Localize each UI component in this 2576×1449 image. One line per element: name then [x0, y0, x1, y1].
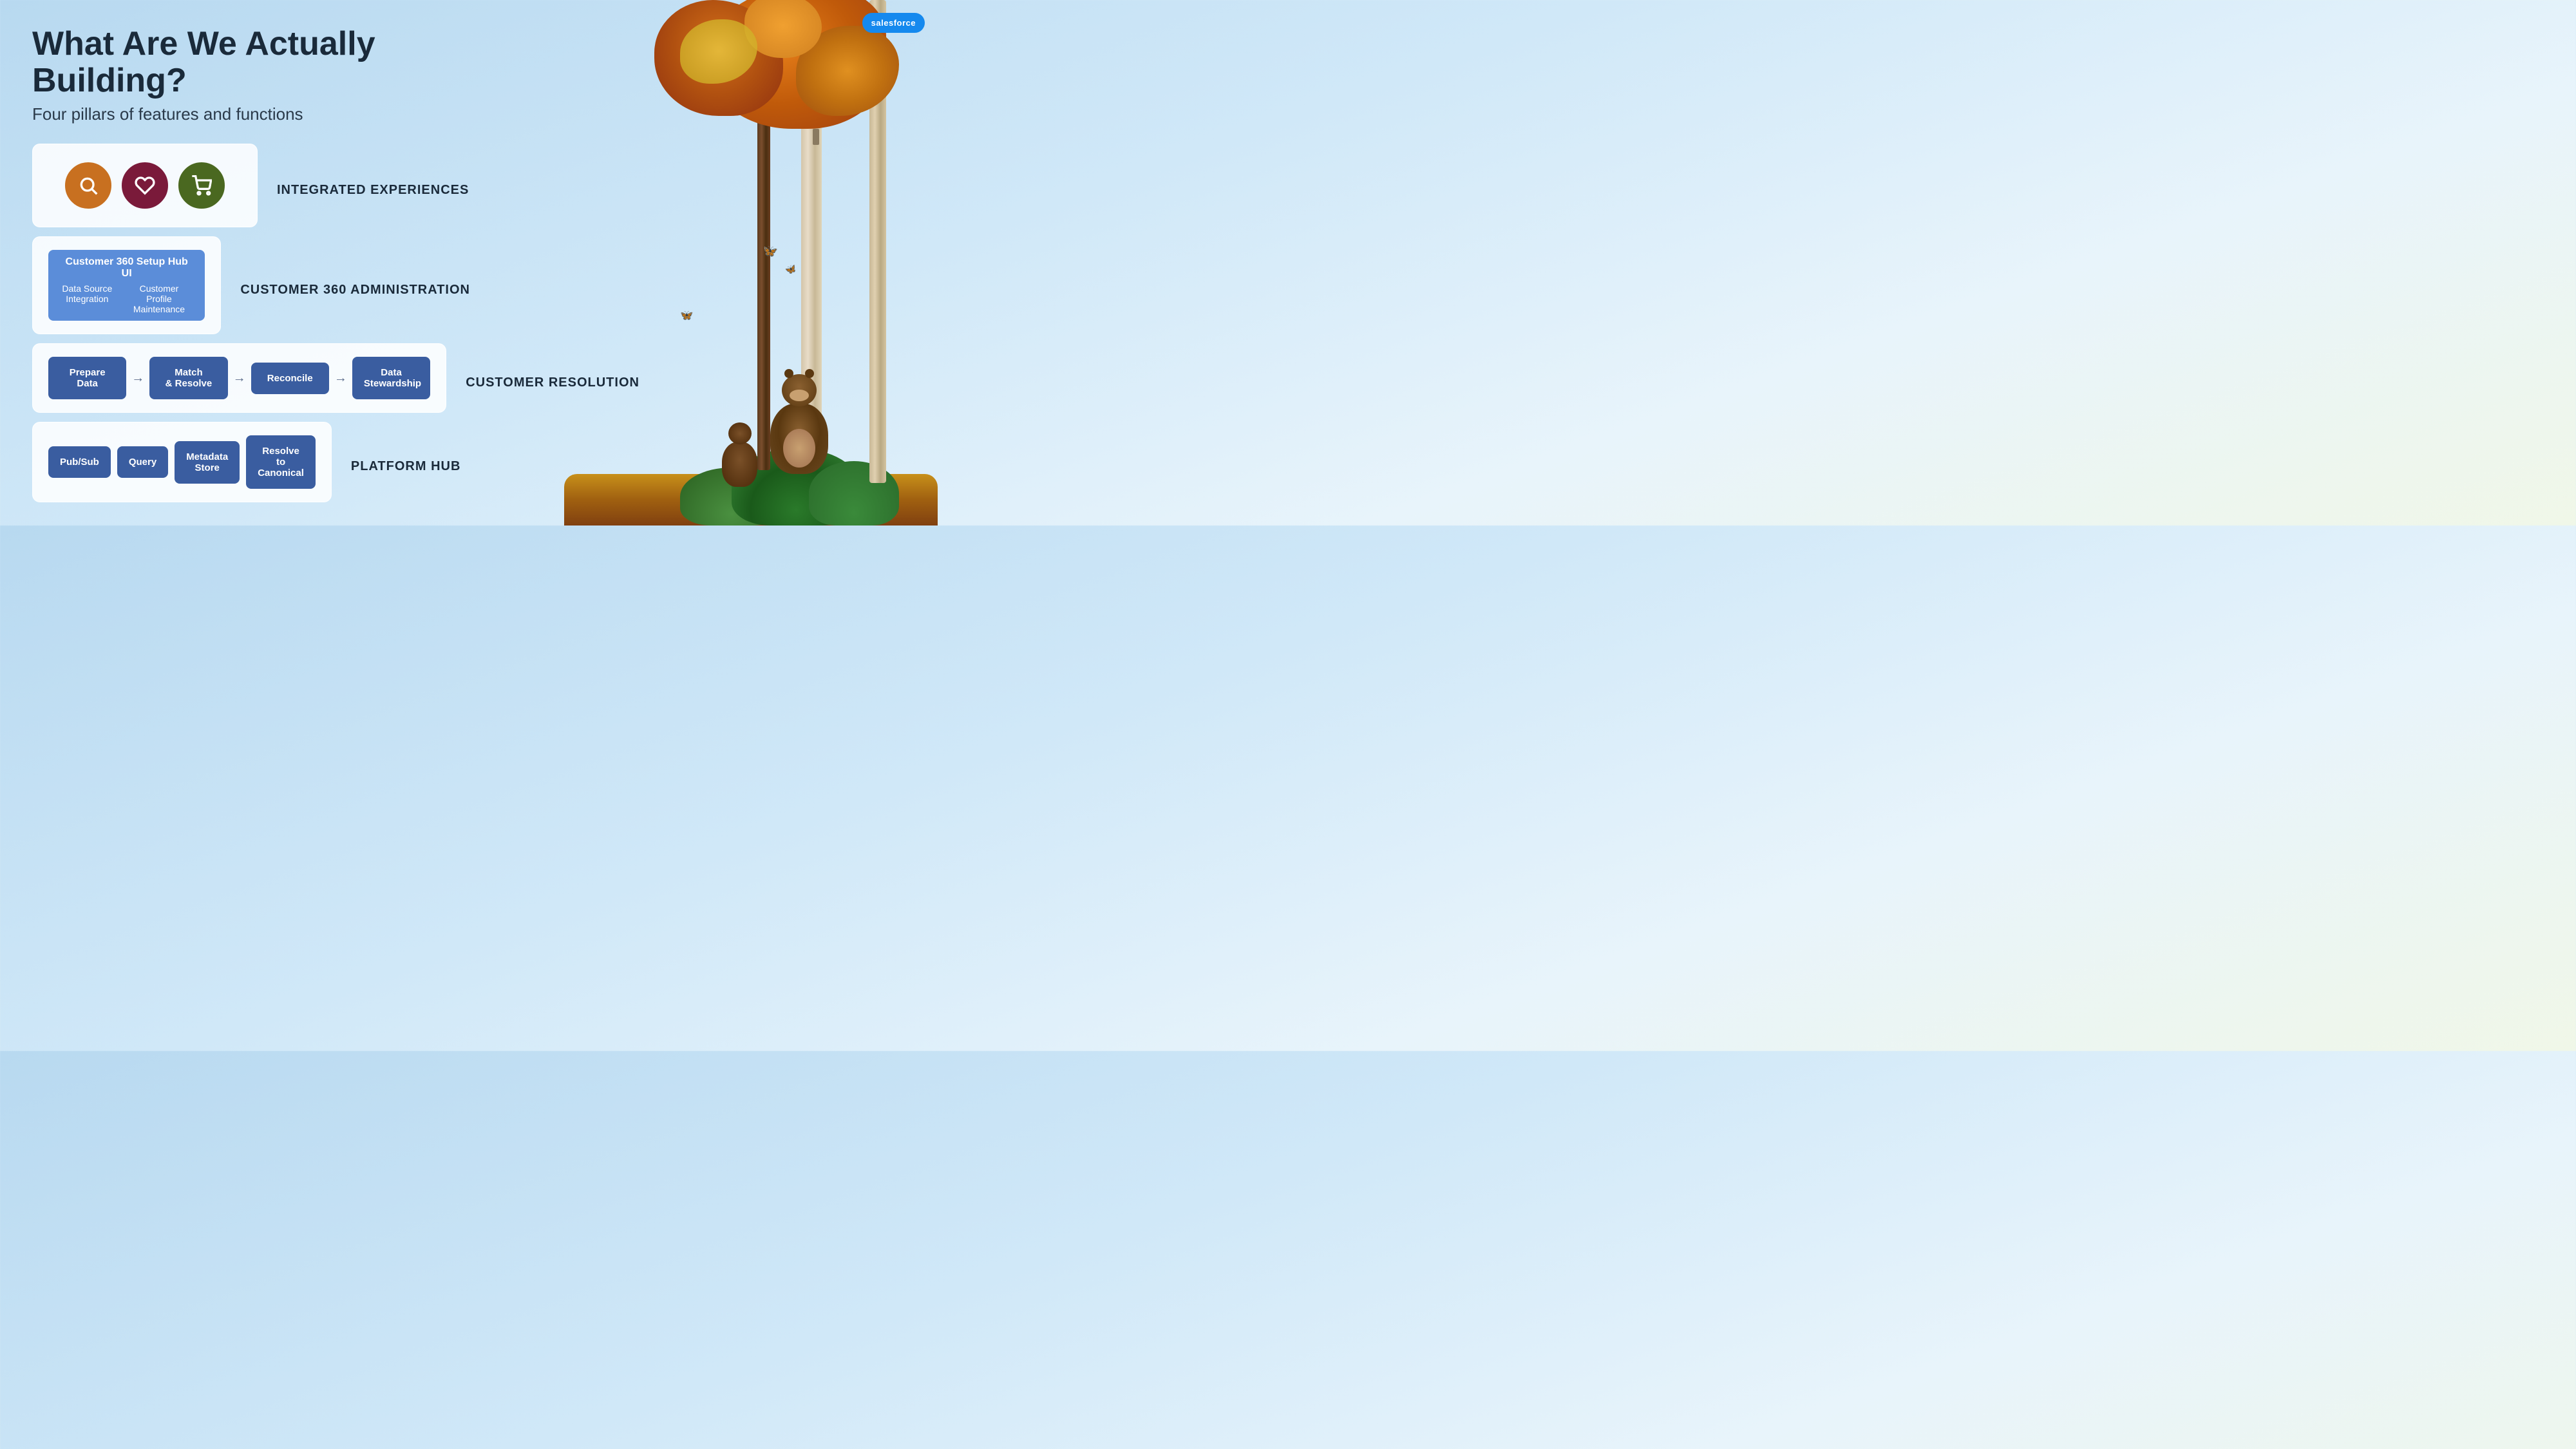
bear-main	[770, 403, 828, 474]
foliage-blob-4	[744, 0, 822, 58]
bear-small-body	[722, 442, 757, 487]
c360-left: Data Source Integration	[61, 283, 113, 314]
cart-icon-circle	[178, 162, 225, 209]
pillar-card-c360: Customer 360 Setup Hub UI Data Source In…	[32, 236, 221, 343]
bear-small	[722, 442, 757, 487]
pillar-card-c360-inner: Customer 360 Setup Hub UI Data Source In…	[32, 236, 221, 334]
bear-body	[770, 403, 828, 474]
pillar-card-platform: Pub/Sub Query MetadataStore Resolve toCa…	[32, 422, 332, 511]
bear-ear-right	[805, 369, 814, 378]
bush-right	[809, 461, 899, 526]
step-data-stewardship[interactable]: DataStewardship	[352, 357, 430, 399]
sf-logo-text: salesforce	[871, 18, 916, 28]
c360-box: Customer 360 Setup Hub UI Data Source In…	[48, 250, 205, 321]
pillar-row-integrated: INTEGRATED EXPERIENCES	[32, 144, 470, 236]
integrated-label: INTEGRATED EXPERIENCES	[277, 183, 470, 198]
bear-head	[782, 374, 817, 406]
cart-icon	[191, 175, 212, 196]
arrow-1: →	[131, 371, 144, 386]
pillar-row-resolution: Prepare Data → Match& Resolve → Reconcil…	[32, 343, 470, 422]
search-icon	[78, 175, 99, 196]
salesforce-logo: salesforce	[862, 13, 925, 33]
platform-metadata[interactable]: MetadataStore	[175, 441, 240, 484]
search-icon-circle	[65, 162, 111, 209]
pillar-card-resolution-inner: Prepare Data → Match& Resolve → Reconcil…	[32, 343, 446, 413]
butterfly-3: 🦋	[679, 308, 694, 323]
butterfly-2: 🦋	[784, 263, 797, 276]
pillar-card-resolution: Prepare Data → Match& Resolve → Reconcil…	[32, 343, 446, 422]
resolution-label: CUSTOMER RESOLUTION	[466, 375, 659, 390]
step-match-resolve[interactable]: Match& Resolve	[149, 357, 227, 399]
bush-left	[680, 468, 783, 526]
step-prepare-data[interactable]: Prepare Data	[48, 357, 126, 399]
foliage-blob-1	[706, 0, 886, 129]
foliage-blob-3	[796, 26, 899, 116]
pillar-card-integrated	[32, 144, 258, 236]
c360-bottom-row: Data Source Integration Customer Profile…	[61, 283, 192, 314]
bear-snout	[790, 390, 809, 401]
foliage-blob-2	[654, 0, 783, 116]
main-content: What Are We Actually Building? Four pill…	[0, 0, 502, 537]
arrow-3: →	[334, 371, 347, 386]
foliage-cluster	[629, 0, 899, 193]
background-illustration: 🦋 🦋 🦋	[551, 0, 938, 526]
arrow-2: →	[233, 371, 246, 386]
platform-label: PLATFORM HUB	[351, 459, 544, 474]
platform-resolve[interactable]: Resolve toCanonical	[246, 435, 316, 489]
butterfly-1: 🦋	[761, 243, 779, 260]
bush-center	[732, 448, 860, 526]
tree-trunk-birch-2	[869, 0, 886, 483]
ground	[564, 474, 938, 526]
foliage-yellow	[680, 19, 757, 84]
page-title: What Are We Actually Building?	[32, 26, 470, 99]
bear-belly	[783, 429, 815, 468]
platform-items: Pub/Sub Query MetadataStore Resolve toCa…	[48, 435, 316, 489]
bear-ear-left	[784, 369, 793, 378]
icons-row	[48, 157, 242, 214]
c360-top-label: Customer 360 Setup Hub UI	[61, 256, 192, 279]
tree-trunk-birch-1	[801, 0, 822, 451]
heart-icon	[135, 175, 155, 196]
pillar-row-c360: Customer 360 Setup Hub UI Data Source In…	[32, 236, 470, 343]
platform-query[interactable]: Query	[117, 446, 168, 478]
c360-right: Customer Profile Maintenance	[126, 283, 193, 314]
bear-small-head	[728, 422, 752, 444]
heart-icon-circle	[122, 162, 168, 209]
tree-trunk-dark	[757, 52, 770, 470]
platform-pubsub[interactable]: Pub/Sub	[48, 446, 111, 478]
pillar-card-platform-inner: Pub/Sub Query MetadataStore Resolve toCa…	[32, 422, 332, 502]
pillar-card-integrated-inner	[32, 144, 258, 227]
page-subtitle: Four pillars of features and functions	[32, 104, 470, 124]
pillar-row-platform: Pub/Sub Query MetadataStore Resolve toCa…	[32, 422, 470, 511]
step-reconcile[interactable]: Reconcile	[251, 363, 329, 394]
resolution-steps: Prepare Data → Match& Resolve → Reconcil…	[48, 357, 430, 399]
c360-label: CUSTOMER 360 ADMINISTRATION	[240, 283, 470, 298]
